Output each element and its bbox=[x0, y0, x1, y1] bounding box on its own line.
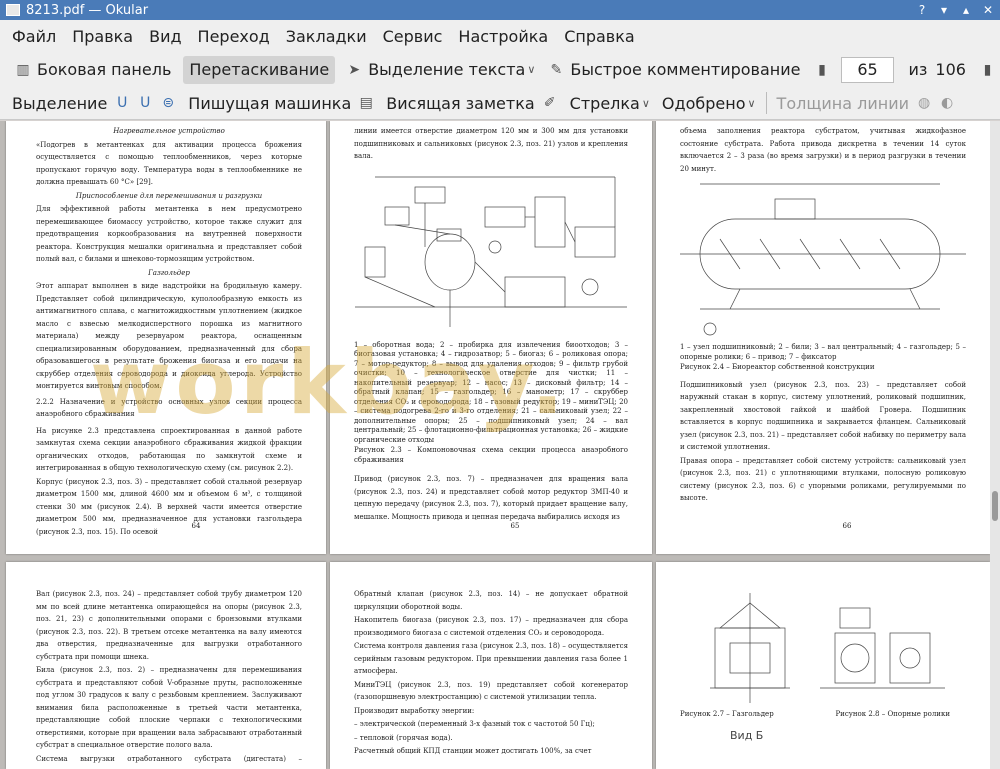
menu-edit[interactable]: Правка bbox=[64, 27, 141, 46]
typewriter-tool[interactable]: Пишущая машинка bbox=[182, 89, 357, 117]
page-67: Вал (рисунок 2.3, поз. 24) – представляе… bbox=[6, 562, 326, 769]
bioreactor-drawing bbox=[680, 183, 966, 336]
paragraph: – электрической (переменный 3-х фазный т… bbox=[354, 720, 595, 728]
menu-bookmarks[interactable]: Закладки bbox=[278, 27, 375, 46]
chevron-down-icon[interactable]: ∨ bbox=[747, 97, 755, 110]
paragraph: На рисунке 2.3 представлена спроектирова… bbox=[36, 426, 302, 473]
page-number: 64 bbox=[191, 521, 201, 530]
heading: Приспособление для перемешивания и разгр… bbox=[75, 191, 263, 200]
paragraph: МиниТЭЦ (рисунок 2.3, поз. 19) представл… bbox=[354, 680, 628, 702]
quick-comment-button[interactable]: ✎ Быстрое комментирование bbox=[541, 56, 806, 84]
pen-icon: ✎ bbox=[550, 61, 563, 78]
page-66: объема заполнения реактора субстратом, у… bbox=[656, 121, 990, 554]
vertical-scrollbar[interactable] bbox=[990, 121, 1000, 769]
menu-settings[interactable]: Настройка bbox=[450, 27, 556, 46]
document-view[interactable]: Нагревательное устройство «Подогрев в ме… bbox=[0, 121, 990, 769]
page-68: Обратный клапан (рисунок 2.3, поз. 14) –… bbox=[330, 562, 652, 769]
paragraph: Система контроля давления газа (рисунок … bbox=[354, 642, 628, 675]
figure-caption: Рисунок 2.8 – Опорные ролики bbox=[835, 710, 950, 718]
menu-go[interactable]: Переход bbox=[190, 27, 278, 46]
squiggle-icon[interactable]: U bbox=[136, 94, 154, 112]
section-heading: 2.2.2 Назначение и устройство основных у… bbox=[36, 397, 302, 419]
title-bar: 8213.pdf — Okular ? ▾ ▴ ✕ bbox=[0, 0, 1000, 20]
sidebar-icon: ▥ bbox=[16, 61, 30, 78]
underline-icon[interactable]: U bbox=[113, 94, 131, 112]
page-69: Рисунок 2.7 – Газгольдер Рисунок 2.8 – О… bbox=[656, 562, 990, 769]
selection-tool[interactable]: Выделение bbox=[6, 89, 113, 117]
paragraph: – тепловой (горячая вода). bbox=[354, 733, 453, 742]
figure-caption: Рисунок 2.7 – Газгольдер bbox=[680, 710, 774, 718]
view-label: Вид Б bbox=[730, 728, 764, 742]
note-icon: ▤ bbox=[359, 95, 373, 111]
paragraph: Система выгрузки отработанного субстрата… bbox=[36, 754, 302, 769]
paragraph: Для эффективной работы метантенка в нем … bbox=[36, 205, 302, 263]
menu-bar: Файл Правка Вид Переход Закладки Сервис … bbox=[0, 20, 1000, 52]
menu-tools[interactable]: Сервис bbox=[375, 27, 451, 46]
page-number-input[interactable]: 65 bbox=[840, 56, 895, 83]
menu-file[interactable]: Файл bbox=[0, 27, 64, 46]
page-64: Нагревательное устройство «Подогрев в ме… bbox=[6, 121, 326, 554]
paragraph: Била (рисунок 2.3, поз. 2) – предназначе… bbox=[36, 666, 302, 749]
sidebar-button[interactable]: ▥ Боковая панель bbox=[8, 56, 177, 84]
page-65: линии имеется отверстие диаметром 120 мм… bbox=[330, 121, 652, 554]
paragraph: Расчетный общий КПД станции может достиг… bbox=[354, 747, 592, 755]
process-scheme-figure bbox=[355, 176, 627, 327]
arrow-tool[interactable]: Стрелка ∨ bbox=[564, 89, 656, 117]
browse-tool-button[interactable]: Перетаскивание bbox=[183, 55, 336, 84]
cursor-icon: ➤ bbox=[348, 61, 361, 78]
heading: Нагревательное устройство bbox=[113, 127, 225, 135]
menu-help[interactable]: Справка bbox=[556, 27, 643, 46]
toolbar-divider bbox=[765, 92, 767, 114]
minimize-icon[interactable]: ▾ bbox=[936, 2, 952, 18]
paragraph: объема заполнения реактора субстратом, у… bbox=[680, 127, 966, 173]
paragraph: Правая опора – представляет собой систем… bbox=[680, 456, 966, 503]
chevron-down-icon[interactable]: ∨ bbox=[527, 63, 535, 76]
page-up-icon[interactable]: ▮ bbox=[814, 61, 829, 79]
figure-legend: 1 – узел подшипниковый; 2 – били; 3 – ва… bbox=[680, 343, 966, 361]
main-toolbar: ▥ Боковая панель Перетаскивание ➤ Выделе… bbox=[0, 52, 1000, 87]
paragraph: Подшипниковый узел (рисунок 2.3, поз. 23… bbox=[680, 380, 966, 452]
annotation-toolbar: Выделение U U ⊜ Пишущая машинка ▤ Висяща… bbox=[0, 87, 1000, 120]
chevron-down-icon[interactable]: ∨ bbox=[642, 97, 650, 110]
paragraph: Производит выработку энергии: bbox=[354, 706, 475, 715]
paragraph: Этот аппарат выполнен в виде надстройки … bbox=[36, 282, 302, 390]
menu-view[interactable]: Вид bbox=[141, 27, 189, 46]
help-icon[interactable]: ? bbox=[914, 2, 930, 18]
page-number: 65 bbox=[510, 521, 520, 530]
close-icon[interactable]: ✕ bbox=[980, 2, 996, 18]
paragraph: Накопитель биогаза (рисунок 2.3, поз. 17… bbox=[354, 616, 628, 637]
color-icon[interactable]: ◍ bbox=[915, 94, 933, 112]
page-number: 66 bbox=[842, 521, 852, 530]
maximize-icon[interactable]: ▴ bbox=[958, 2, 974, 18]
app-icon bbox=[6, 4, 20, 16]
paragraph: Привод (рисунок 2.3, поз. 7) – предназна… bbox=[354, 475, 628, 521]
strikeout-icon[interactable]: ⊜ bbox=[159, 94, 177, 112]
gasholder-drawing bbox=[710, 593, 945, 703]
page-of-label: из bbox=[908, 60, 928, 79]
stamp-tool[interactable]: Одобрено ∨ bbox=[656, 89, 762, 117]
page-total: 106 bbox=[935, 60, 966, 79]
paragraph: Обратный клапан (рисунок 2.3, поз. 14) –… bbox=[354, 590, 628, 611]
text-select-tool-button[interactable]: ➤ Выделение текста ∨ bbox=[339, 56, 541, 84]
paragraph: Вал (рисунок 2.3, поз. 24) – представляе… bbox=[36, 590, 302, 661]
sticky-note-tool[interactable]: Висящая заметка bbox=[380, 89, 540, 117]
scrollbar-thumb[interactable] bbox=[992, 491, 998, 521]
paragraph: «Подогрев в метантенках для активации пр… bbox=[36, 140, 302, 187]
heading: Газгольдер bbox=[148, 268, 190, 277]
figure-caption: Рисунок 2.3 – Компоновочная схема секции… bbox=[354, 446, 628, 464]
opacity-icon[interactable]: ◐ bbox=[938, 94, 956, 112]
figure-caption: Рисунок 2.4 – Биореактор собственной кон… bbox=[680, 363, 875, 371]
paragraph: линии имеется отверстие диаметром 120 мм… bbox=[354, 127, 628, 160]
window-title: 8213.pdf — Okular bbox=[26, 2, 149, 18]
page-down-icon[interactable]: ▮ bbox=[980, 61, 995, 79]
brush-icon: ✐ bbox=[543, 95, 556, 111]
figure-legend: 1 – оборотная вода; 2 – пробирка для изв… bbox=[354, 340, 628, 444]
line-width-control[interactable]: Толщина линии bbox=[771, 89, 916, 117]
